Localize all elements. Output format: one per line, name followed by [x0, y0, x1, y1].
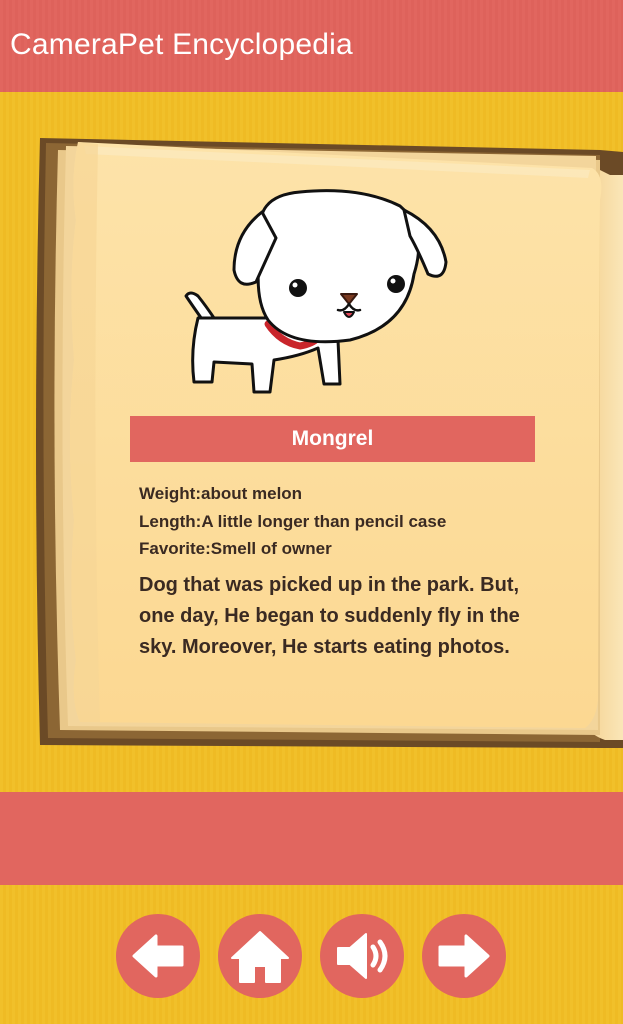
arrow-right-icon: [438, 934, 490, 978]
arrow-left-icon: [132, 934, 184, 978]
home-button[interactable]: [218, 914, 302, 998]
previous-button[interactable]: [116, 914, 200, 998]
pet-stats: Weight:about melon Length:A little longe…: [139, 480, 446, 563]
pet-name-header: Mongrel: [130, 416, 535, 462]
ad-banner-area: [0, 792, 623, 885]
stat-favorite: Favorite:Smell of owner: [139, 539, 332, 558]
next-button[interactable]: [422, 914, 506, 998]
stat-length: Length:A little longer than pencil case: [139, 511, 447, 531]
sound-button[interactable]: [320, 914, 404, 998]
home-icon: [231, 931, 289, 983]
speaker-icon: [337, 933, 388, 979]
pet-description: Dog that was picked up in the park. But,…: [139, 574, 520, 658]
stat-weight: Weight:about melon: [139, 484, 303, 503]
